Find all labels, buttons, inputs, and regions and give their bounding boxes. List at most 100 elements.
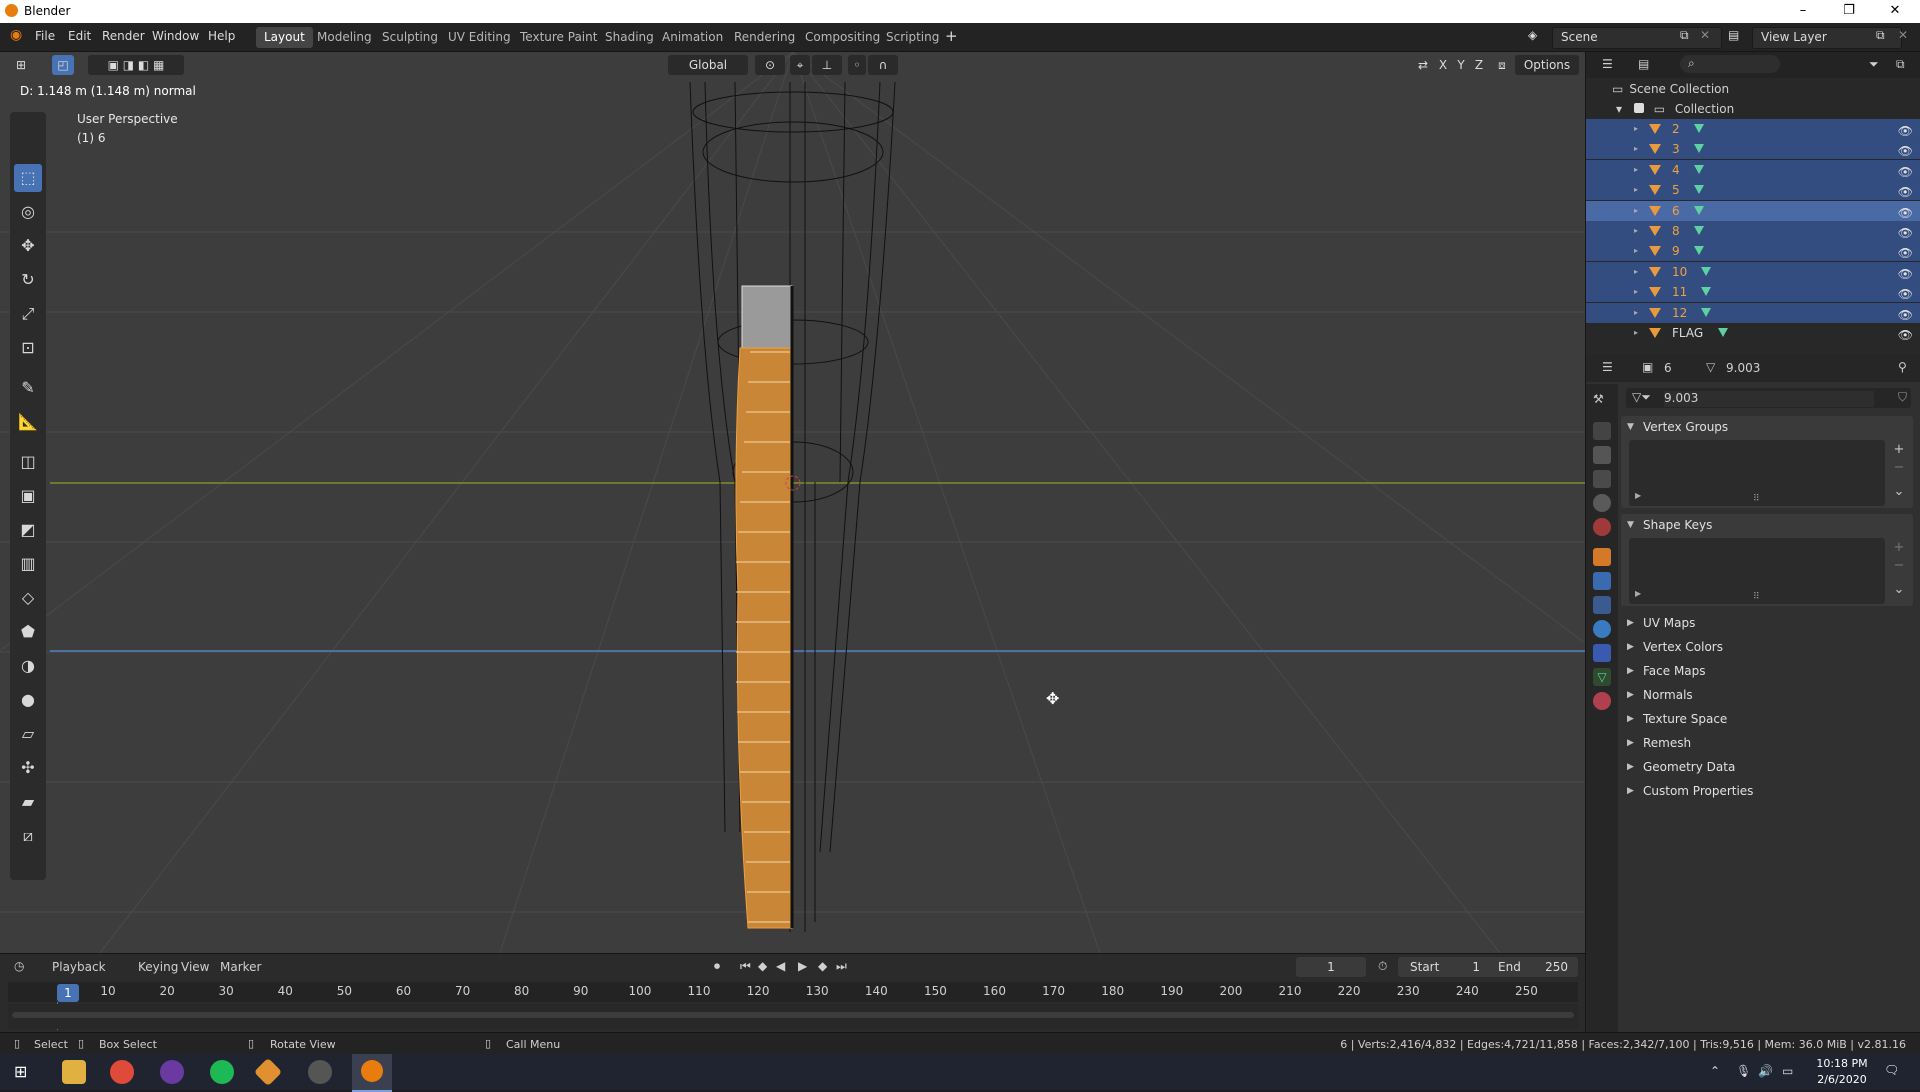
mirror-icon[interactable]: ⇄ (1414, 55, 1432, 75)
outliner-item[interactable]: ▸ 6 👁 (1586, 200, 1920, 221)
obs-icon[interactable] (308, 1060, 332, 1084)
snap-target-icon[interactable]: ⊥ (812, 55, 842, 75)
menu-render[interactable]: Render (102, 29, 145, 43)
falloff-icon[interactable]: ∩ (868, 55, 898, 75)
remove-scene-icon[interactable]: ✕ (1700, 28, 1710, 42)
blender-taskbar-button[interactable] (352, 1054, 392, 1092)
add-workspace-icon[interactable]: + (945, 27, 958, 45)
visibility-eye-icon[interactable]: 👁 (1898, 141, 1913, 161)
expand-arrow-icon[interactable]: ▸ (1634, 303, 1638, 323)
visibility-eye-icon[interactable]: 👁 (1898, 243, 1913, 263)
visibility-eye-icon[interactable]: 👁 (1898, 325, 1913, 345)
visibility-eye-icon[interactable]: 👁 (1898, 182, 1913, 202)
new-collection-icon[interactable]: ⧉ (1896, 57, 1905, 72)
move-tool-icon[interactable]: ✥ (14, 232, 42, 260)
normals-panel[interactable]: ▶ Normals (1621, 684, 1920, 706)
bevel-tool-icon[interactable]: ◩ (14, 516, 42, 544)
timeline-scrollbar[interactable] (12, 1012, 1574, 1018)
prev-keyframe-icon[interactable]: ◆ (758, 959, 767, 973)
mesh-data-icon[interactable] (1718, 328, 1728, 337)
knife-tool-icon[interactable]: ◇ (14, 584, 42, 612)
expand-arrow-icon[interactable]: ▸ (1634, 119, 1638, 139)
outliner-item[interactable]: ▸ 2 👁 (1586, 119, 1920, 139)
shrink-fatten-tool-icon[interactable]: ✣ (14, 754, 42, 782)
tool-tab-icon[interactable]: ⚒ (1593, 392, 1611, 410)
auto-merge-icon[interactable]: ⧈ (1492, 55, 1512, 75)
scene-field[interactable]: Scene (1552, 27, 1722, 49)
physics-tab-icon[interactable] (1593, 620, 1611, 638)
visibility-eye-icon[interactable]: 👁 (1898, 121, 1913, 141)
output-tab-icon[interactable] (1593, 446, 1611, 464)
mesh-data-icon[interactable] (1701, 266, 1711, 276)
tab-texture-paint[interactable]: Texture Paint (512, 27, 605, 48)
render-tab-icon[interactable] (1593, 422, 1611, 440)
outliner-item[interactable]: ▸ 8 👁 (1586, 221, 1920, 241)
maximize-button[interactable]: ❐ (1826, 0, 1872, 23)
add-shape-key-button[interactable]: + (1891, 540, 1907, 556)
loop-cut-tool-icon[interactable]: ▥ (14, 550, 42, 578)
view-layer-icon[interactable]: ▤ (1728, 28, 1739, 42)
custom-properties-panel[interactable]: ▶ Custom Properties (1621, 780, 1920, 802)
visibility-eye-icon[interactable]: 👁 (1898, 162, 1913, 182)
pivot-point-icon[interactable]: ⊙ (755, 55, 785, 75)
menu-playback[interactable]: Playback (52, 960, 106, 974)
proportional-edit-icon[interactable]: ◦ (848, 55, 866, 75)
remesh-panel[interactable]: ▶ Remesh (1621, 732, 1920, 754)
mesh-data-icon[interactable] (1694, 246, 1704, 256)
pin-icon[interactable]: ⚲ (1898, 360, 1907, 374)
remove-view-layer-icon[interactable]: ✕ (1898, 28, 1908, 42)
outliner-item[interactable]: ▸ 11 👁 (1586, 282, 1920, 303)
current-frame-field[interactable]: 1 (1296, 957, 1366, 977)
volume-icon[interactable]: 🔊 (1758, 1064, 1773, 1078)
new-scene-icon[interactable]: ⧉ (1680, 28, 1689, 43)
next-keyframe-icon[interactable]: ◆ (818, 959, 827, 973)
rotate-tool-icon[interactable]: ↻ (14, 266, 42, 294)
close-button[interactable]: ✕ (1872, 0, 1918, 23)
expand-arrow-icon[interactable]: ▸ (1634, 323, 1638, 343)
mirror-x-toggle[interactable]: X (1435, 55, 1451, 75)
menu-file[interactable]: File (35, 29, 55, 43)
menu-edit[interactable]: Edit (68, 29, 91, 43)
shape-key-menu-icon[interactable]: ⌄ (1891, 582, 1907, 598)
menu-keying[interactable]: Keying (138, 960, 178, 974)
spotify-icon[interactable] (210, 1060, 234, 1084)
particles-tab-icon[interactable] (1593, 596, 1611, 614)
tab-sculpting[interactable]: Sculpting (374, 27, 446, 48)
menu-help[interactable]: Help (208, 29, 235, 43)
3d-viewport[interactable]: ⊞ ◰ ▣ ◨ ◧ ▦ Global ⊙ ⌖ ⊥ ◦ ∩ ⇄ X Y Z ⧈ O… (0, 52, 1585, 953)
network-icon[interactable]: ▭ (1782, 1064, 1793, 1078)
object-tab-icon[interactable] (1593, 548, 1611, 566)
constraints-tab-icon[interactable] (1593, 644, 1611, 662)
jump-end-icon[interactable]: ⏭ (836, 959, 847, 974)
outliner-item[interactable]: ▸ 9 👁 (1586, 241, 1920, 263)
poly-build-tool-icon[interactable]: ⬟ (14, 618, 42, 646)
taskbar-time[interactable]: 10:18 PM (1812, 1057, 1872, 1070)
world-tab-icon[interactable] (1593, 518, 1611, 536)
timeline-editor-icon[interactable]: ◷ (14, 959, 24, 973)
expand-arrow-icon[interactable]: ▸ (1634, 221, 1638, 241)
list-expand-icon[interactable]: ▶ (1635, 589, 1641, 598)
outliner-item[interactable]: ▸ 4 👁 (1586, 159, 1920, 182)
menu-window[interactable]: Window (152, 29, 199, 43)
display-mode-icon[interactable]: ▤ (1638, 57, 1649, 71)
outliner-item[interactable]: ▸ 12 👁 (1586, 302, 1920, 323)
blender-menu-icon[interactable]: ◉ (10, 27, 22, 43)
end-frame-field[interactable]: End 250 (1482, 957, 1578, 977)
tab-scripting[interactable]: Scripting (878, 27, 947, 48)
taskbar-date[interactable]: 2/6/2020 (1812, 1073, 1872, 1086)
collapse-triangle-icon[interactable]: ▾ (1616, 102, 1622, 116)
visibility-eye-icon[interactable]: 👁 (1898, 223, 1913, 243)
remove-vertex-group-button[interactable]: − (1891, 460, 1907, 476)
frame-ruler[interactable]: 10 20 30 40 50 60 70 80 90 100 110 120 130 140 150 160 1… (8, 982, 1578, 1002)
remove-shape-key-button[interactable]: − (1891, 558, 1907, 574)
view-layer-tab-icon[interactable] (1593, 470, 1611, 488)
snap-icon[interactable]: ⌖ (790, 55, 810, 75)
davinci-resolve-icon[interactable] (160, 1060, 184, 1084)
start-frame-field[interactable]: Start 1 (1398, 957, 1490, 977)
list-expand-icon[interactable]: ▶ (1635, 491, 1641, 500)
scene-icon[interactable]: ◈ (1528, 28, 1537, 42)
play-reverse-icon[interactable]: ◀ (776, 959, 785, 973)
timeline-track-area[interactable] (8, 1004, 1578, 1029)
mesh-data-icon[interactable] (1694, 164, 1704, 174)
app-diamond-icon[interactable] (253, 1057, 283, 1087)
